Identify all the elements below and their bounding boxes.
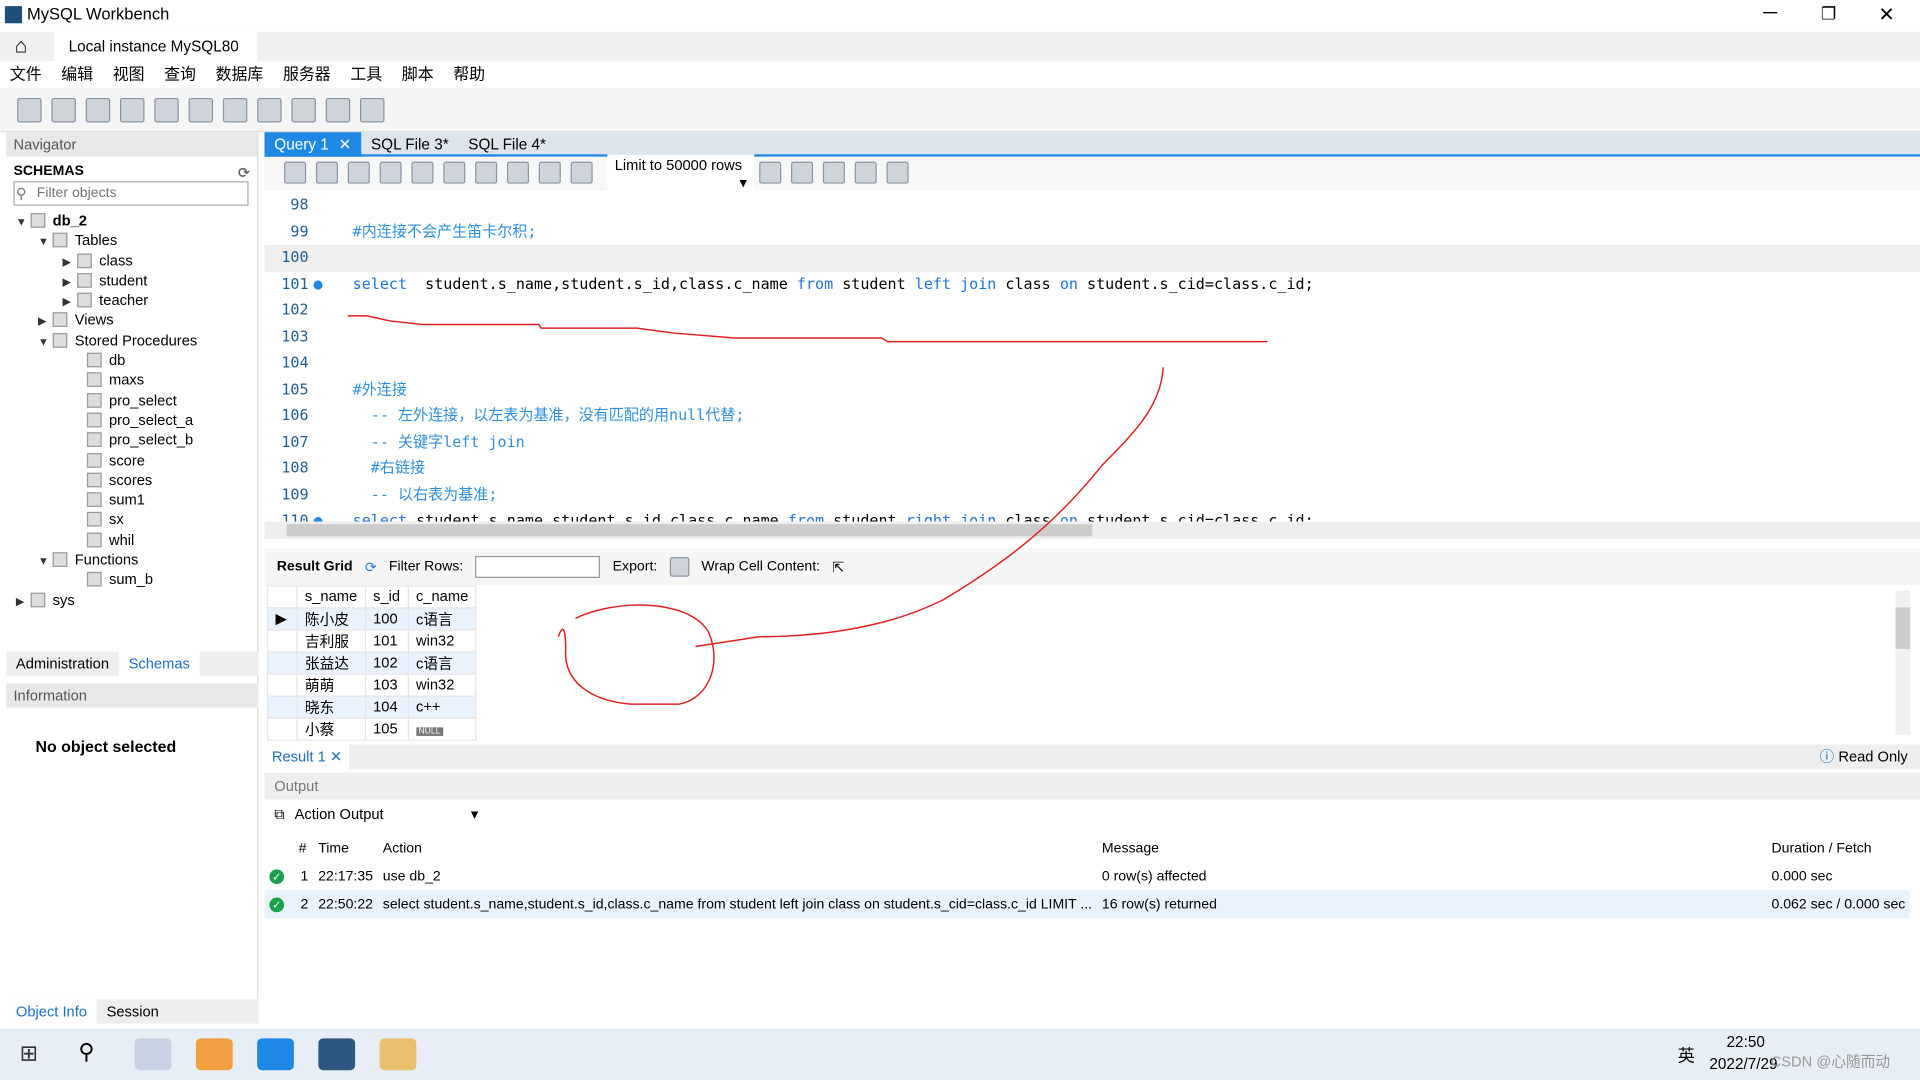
clock-date[interactable]: 2022/7/29 <box>1709 1056 1777 1073</box>
ime-indicator[interactable]: 英 <box>1678 1043 1695 1067</box>
red-annotation-drawing <box>347 315 1268 705</box>
taskbar: ⊞ ⚲ 英 22:50 2022/7/29 CSDN @心随而动 <box>0 1028 1920 1080</box>
app-icon[interactable] <box>257 1038 294 1071</box>
windows-start-icon[interactable]: ⊞ <box>20 1041 38 1067</box>
clock-time[interactable]: 22:50 <box>1727 1033 1765 1050</box>
camera-app-icon[interactable] <box>134 1038 172 1071</box>
chrome-icon[interactable] <box>195 1038 233 1071</box>
search-icon[interactable]: ⚲ <box>78 1040 94 1066</box>
app-icon[interactable] <box>379 1038 417 1071</box>
mysql-workbench-icon[interactable] <box>318 1038 356 1071</box>
watermark: CSDN @心随而动 <box>1770 1053 1891 1071</box>
